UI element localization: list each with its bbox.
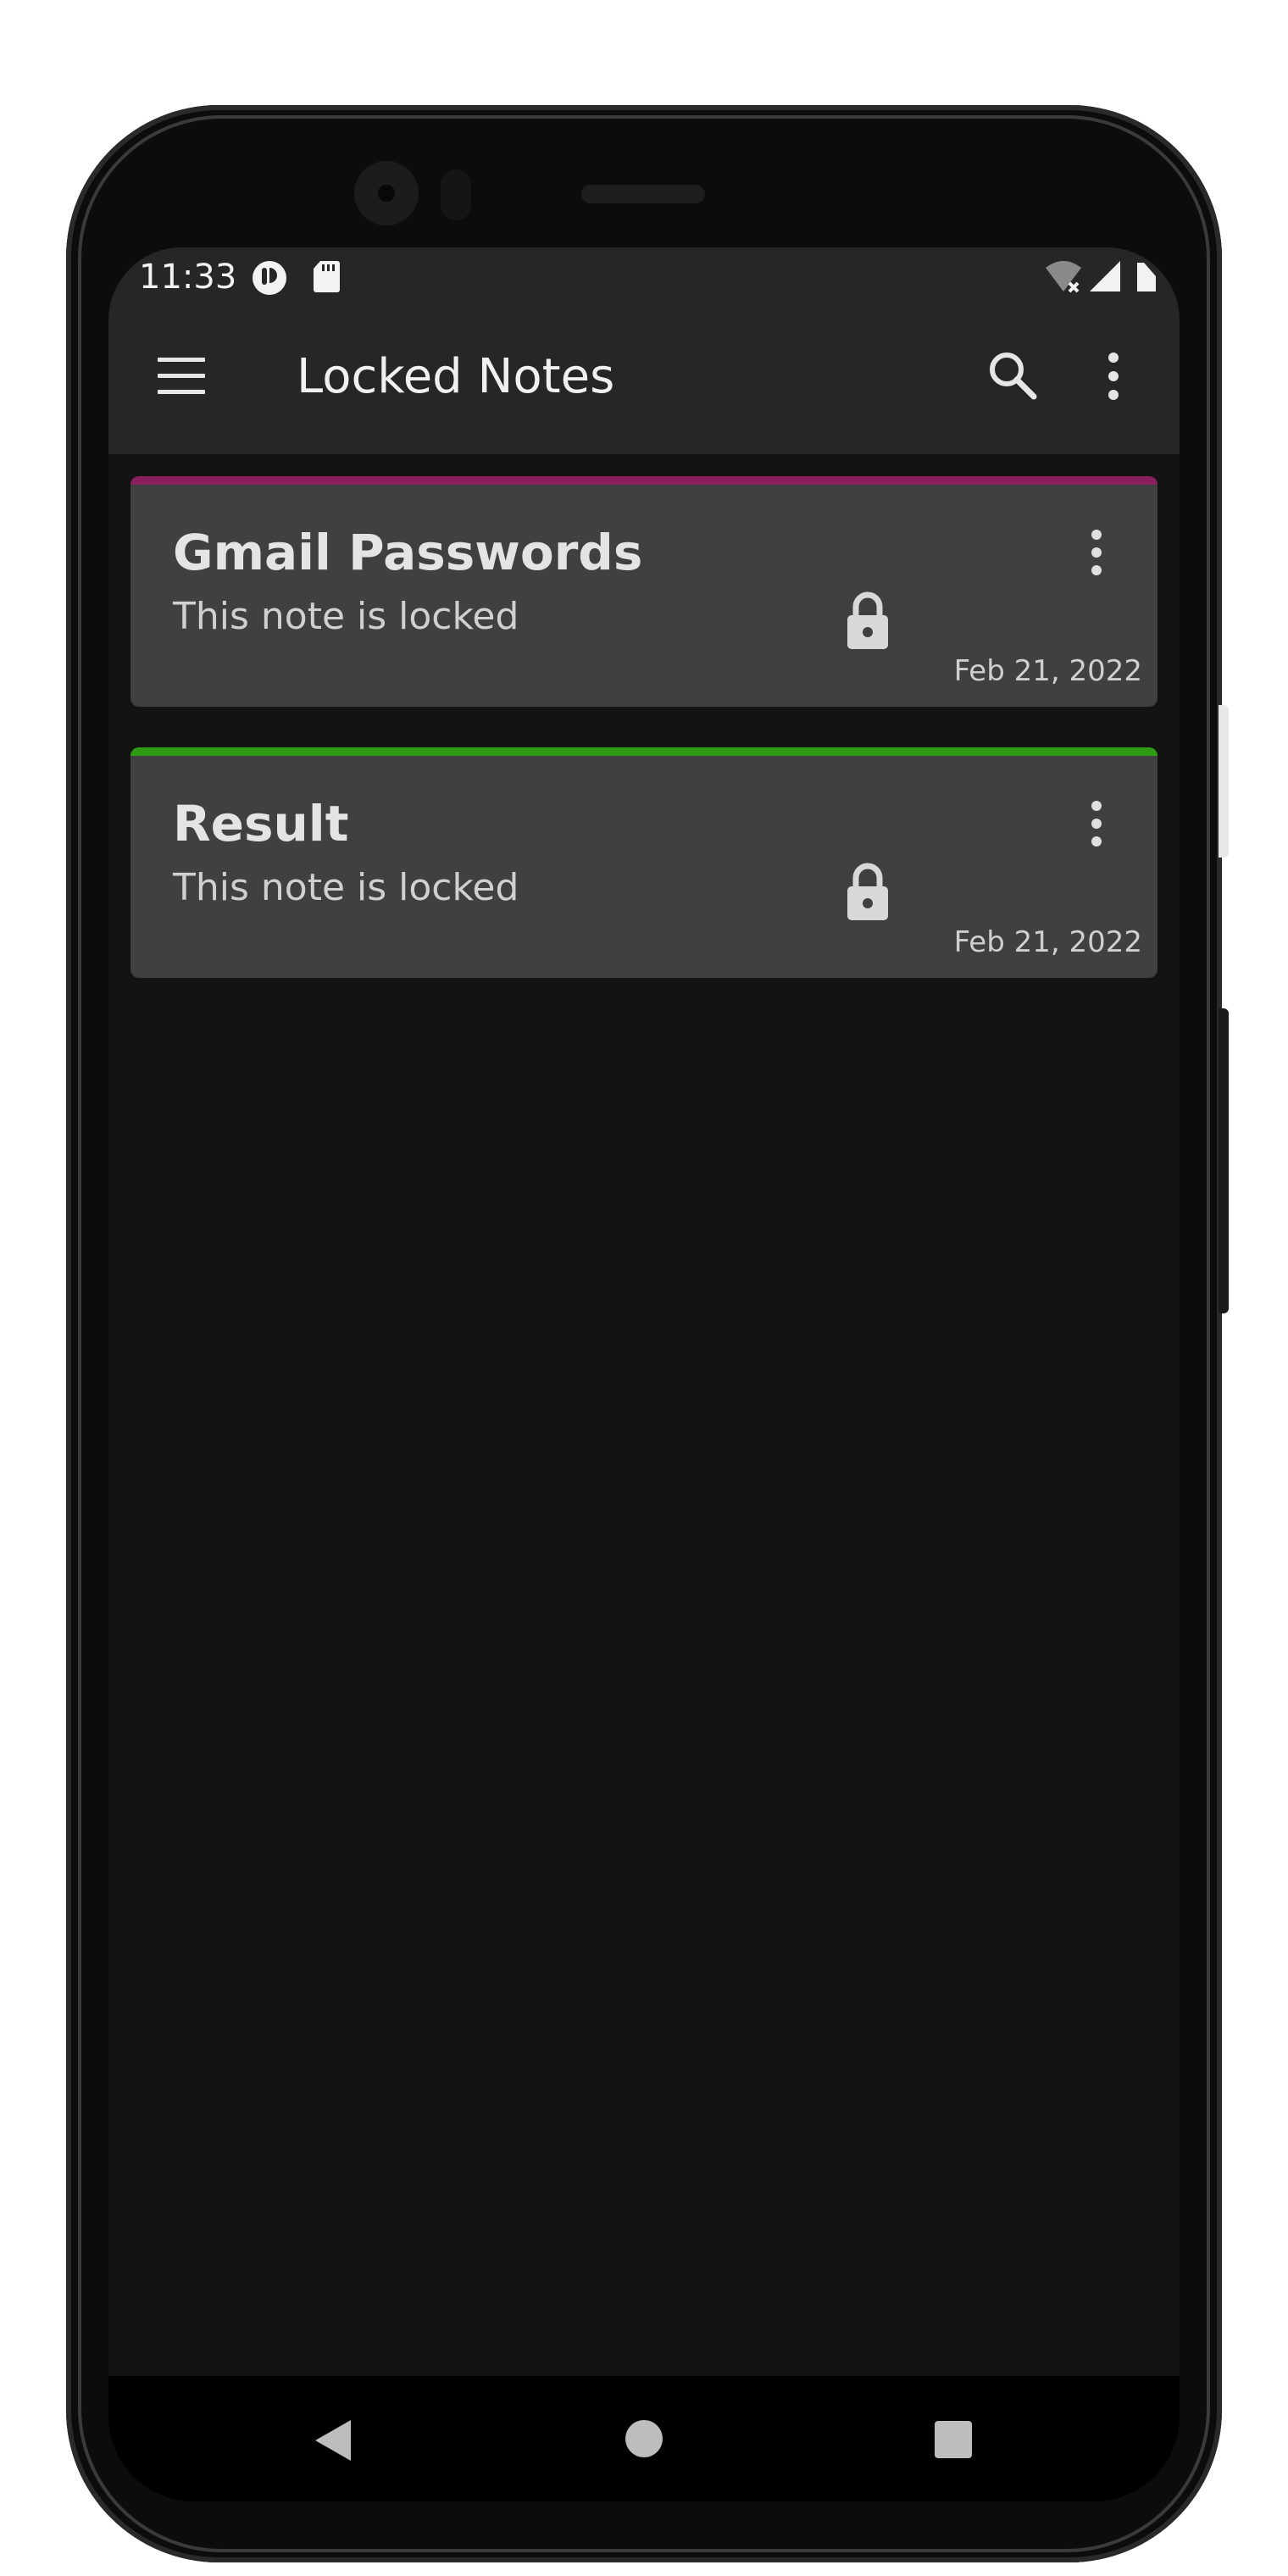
note-color-accent bbox=[130, 476, 1158, 485]
search-icon[interactable] bbox=[985, 347, 1041, 403]
front-camera bbox=[354, 161, 419, 225]
app-notification-icon bbox=[253, 261, 286, 295]
note-options-icon[interactable] bbox=[1086, 798, 1107, 849]
screen: 11:33 Locked Notes Gmail Passwords This … bbox=[108, 247, 1180, 2501]
overflow-menu-icon[interactable] bbox=[1103, 349, 1124, 403]
note-date: Feb 21, 2022 bbox=[953, 654, 1142, 688]
note-preview: This note is locked bbox=[173, 595, 519, 638]
status-time: 11:33 bbox=[139, 258, 237, 297]
app-bar: Locked Notes bbox=[108, 307, 1180, 454]
note-date: Feb 21, 2022 bbox=[953, 925, 1142, 959]
earpiece-speaker bbox=[581, 185, 705, 203]
cell-signal-icon bbox=[1090, 261, 1120, 291]
battery-icon bbox=[1137, 263, 1156, 291]
volume-button bbox=[1219, 705, 1229, 858]
note-title: Gmail Passwords bbox=[173, 524, 643, 581]
note-color-accent bbox=[130, 747, 1158, 756]
menu-icon[interactable] bbox=[154, 349, 208, 403]
note-options-icon[interactable] bbox=[1086, 527, 1107, 578]
note-card[interactable]: Gmail Passwords This note is locked Feb … bbox=[130, 476, 1158, 707]
lock-icon bbox=[847, 591, 888, 649]
wifi-off-icon bbox=[1046, 261, 1081, 293]
proximity-sensor bbox=[441, 169, 471, 220]
status-bar: 11:33 bbox=[108, 247, 1180, 307]
nav-bar bbox=[108, 2376, 1180, 2501]
note-title: Result bbox=[173, 795, 349, 852]
back-icon[interactable] bbox=[312, 2417, 354, 2464]
home-icon[interactable] bbox=[624, 2418, 664, 2459]
lock-icon bbox=[847, 863, 888, 920]
note-card[interactable]: Result This note is locked Feb 21, 2022 bbox=[130, 747, 1158, 978]
power-button bbox=[1219, 1008, 1229, 1313]
note-preview: This note is locked bbox=[173, 866, 519, 909]
sd-card-icon bbox=[314, 261, 340, 292]
page-title: Locked Notes bbox=[297, 349, 615, 404]
recents-icon[interactable] bbox=[934, 2420, 973, 2459]
